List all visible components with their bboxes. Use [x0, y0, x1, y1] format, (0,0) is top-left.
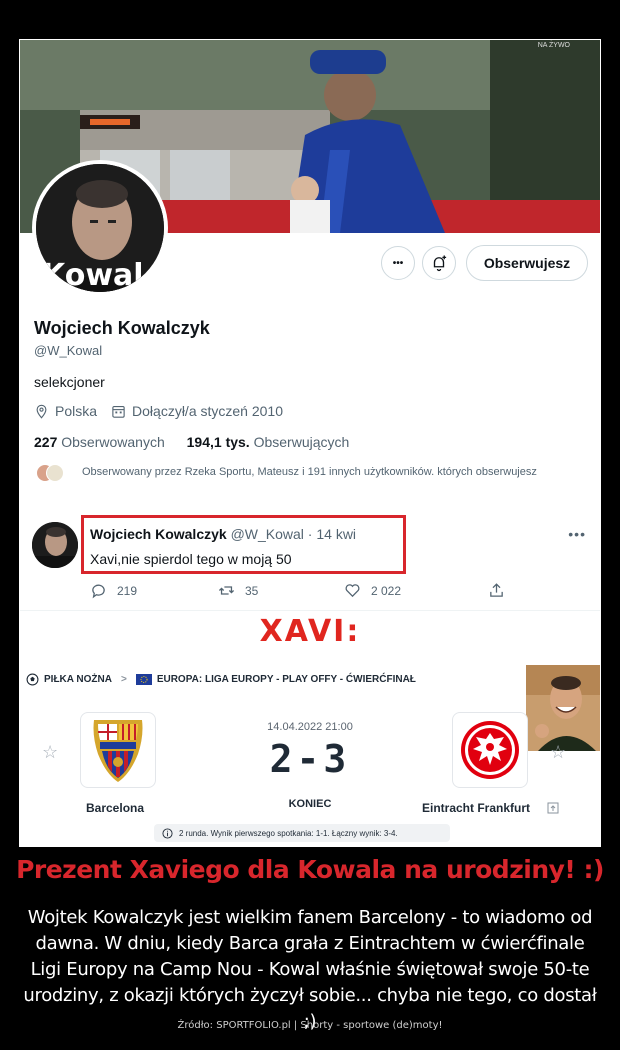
- tweet-handle-date: @W_Kowal · 14 kwi: [230, 526, 357, 542]
- caption-body: Wojtek Kowalczyk jest wielkim fanem Barc…: [23, 907, 597, 1032]
- retweet-icon: [218, 586, 235, 595]
- reply-count: 219: [117, 583, 138, 598]
- followed-by-text: Obserwowany przez Rzeka Sportu, Mateusz …: [82, 466, 537, 478]
- more-options-button[interactable]: •••: [381, 246, 415, 280]
- away-team-name[interactable]: Eintracht Frankfurt: [422, 801, 530, 815]
- retweet-button[interactable]: 35: [218, 582, 258, 599]
- more-icon: •••: [392, 257, 404, 269]
- profile-location: Polska: [55, 403, 98, 419]
- source-credit[interactable]: Źródło: SPORTFOLIO.pl | Shorty - sportow…: [0, 1020, 620, 1031]
- match-note: 2 runda. Wynik pierwszego spotkania: 1-1…: [154, 824, 450, 842]
- reply-button[interactable]: 219: [90, 582, 137, 599]
- followers-count: 194,1 tys.: [186, 434, 250, 450]
- tweet-actions: 219 35 2 022: [90, 582, 530, 602]
- calendar-icon: [112, 405, 125, 418]
- profile-name: Wojciech Kowalczyk: [34, 318, 210, 338]
- profile-meta: Polska Dołączył/a styczeń 2010: [34, 403, 283, 419]
- away-team-logo[interactable]: [452, 712, 528, 788]
- tweet[interactable]: Wojciech Kowalczyk @W_Kowal · 14 kwi Xav…: [20, 508, 600, 611]
- tweet-more-button[interactable]: •••: [568, 526, 586, 542]
- avatar-text: Kowal: [42, 258, 144, 292]
- tv-logo: NA ŻYWO: [537, 42, 570, 49]
- tweet-avatar[interactable]: [32, 522, 78, 568]
- breadcrumb-separator: >: [120, 674, 127, 685]
- followers-link[interactable]: 194,1 tys. Obserwujących: [187, 434, 350, 450]
- xavi-label: XAVI:: [259, 614, 361, 649]
- profile-joined: Dołączył/a styczeń 2010: [132, 403, 283, 419]
- eu-flag-icon: [135, 674, 152, 685]
- soccer-ball-icon: [26, 673, 39, 686]
- screenshot-frame: NA ŻYWO Kowal ••• Obserwujesz Wojciech K…: [19, 39, 601, 847]
- profile-stats: 227 Obserwowanych 194,1 tys. Obserwujący…: [34, 434, 349, 450]
- external-link-icon[interactable]: [547, 802, 559, 814]
- share-icon: [490, 583, 503, 597]
- following-link[interactable]: 227 Obserwowanych: [34, 434, 165, 450]
- following-label: Obserwowanych: [61, 434, 165, 450]
- sport-label[interactable]: PIŁKA NOŻNA: [44, 674, 112, 685]
- info-icon: [162, 827, 173, 839]
- heart-icon: [345, 584, 360, 598]
- follower-avatar: [46, 464, 64, 482]
- tweet-avatar-photo: [32, 522, 78, 568]
- profile-handle: @W_Kowal: [34, 343, 103, 358]
- match-note-text: 2 runda. Wynik pierwszego spotkania: 1-1…: [179, 828, 398, 838]
- tweet-author[interactable]: Wojciech Kowalczyk: [90, 526, 227, 542]
- tweet-header: Wojciech Kowalczyk @W_Kowal · 14 kwi: [90, 526, 356, 542]
- profile-avatar[interactable]: Kowal: [32, 160, 168, 296]
- share-button[interactable]: [488, 582, 505, 599]
- following-count: 227: [34, 434, 58, 450]
- tweet-text: Xavi,nie spierdol tego w moją 50: [90, 551, 292, 567]
- bell-plus-icon: [433, 255, 447, 272]
- followers-label: Obserwujących: [253, 434, 350, 450]
- location-icon: [36, 404, 47, 419]
- notifications-button[interactable]: [422, 246, 456, 280]
- competition-label[interactable]: EUROPA: LIGA EUROPY - PLAY OFFY - ĆWIERĆ…: [157, 674, 416, 685]
- retweet-count: 35: [245, 583, 259, 598]
- favorite-away-star[interactable]: ☆: [550, 742, 566, 763]
- match-breadcrumb: PIŁKA NOŻNA > EUROPA: LIGA EUROPY - PLAY…: [26, 673, 416, 686]
- followed-by-row[interactable]: Obserwowany przez Rzeka Sportu, Mateusz …: [34, 464, 554, 484]
- reply-icon: [92, 584, 105, 599]
- follow-button[interactable]: Obserwujesz: [466, 245, 588, 281]
- eintracht-crest-icon: [461, 721, 519, 779]
- like-button[interactable]: 2 022: [344, 582, 401, 599]
- profile-bio: selekcjoner: [34, 374, 105, 390]
- like-count: 2 022: [371, 583, 402, 598]
- caption-title: Prezent Xaviego dla Kowala na urodziny! …: [16, 855, 604, 884]
